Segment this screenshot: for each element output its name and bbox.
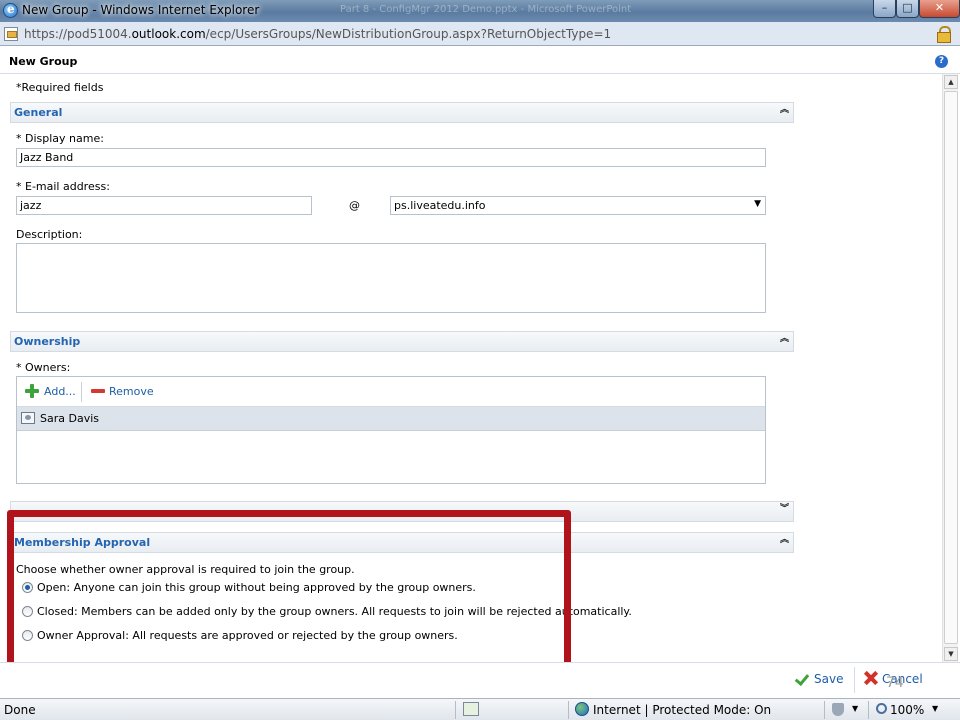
- email-domain-value: ps.liveatedu.info: [394, 199, 486, 212]
- globe-icon: [575, 702, 589, 716]
- maximize-button[interactable]: □: [896, 0, 919, 18]
- section-header-ownership[interactable]: Ownership ︽: [10, 331, 794, 352]
- background-window-title: Part 8 - ConfigMgr 2012 Demo.pptx - Micr…: [340, 4, 632, 15]
- window-title-bar: New Group - Windows Internet Explorer Pa…: [0, 0, 960, 22]
- status-divider: [868, 701, 869, 719]
- radio-owner-approval-label: Owner Approval: All requests are approve…: [37, 629, 458, 642]
- display-name-field[interactable]: Jazz Band: [16, 148, 766, 167]
- at-sign: @: [349, 199, 360, 212]
- chevron-down-icon: ▼: [754, 199, 761, 209]
- internet-explorer-icon: [3, 2, 18, 18]
- save-label: Save: [814, 672, 844, 686]
- scrollbar-thumb[interactable]: [944, 91, 958, 644]
- email-alias-field[interactable]: jazz: [16, 196, 312, 215]
- zoom-icon[interactable]: [876, 703, 887, 714]
- radio-open[interactable]: Open: Anyone can join this group without…: [22, 581, 476, 594]
- radio-closed-label: Closed: Members can be added only by the…: [37, 605, 632, 618]
- add-owner-button[interactable]: Add...: [44, 385, 76, 398]
- scroll-up-arrow-icon[interactable]: ▲: [944, 75, 958, 89]
- close-window-button[interactable]: ✕: [919, 0, 960, 18]
- save-button[interactable]: Save: [796, 671, 843, 686]
- chevron-down-icon[interactable]: ▼: [852, 704, 858, 713]
- button-divider: [854, 667, 855, 693]
- section-title-general: General: [14, 106, 63, 119]
- chevron-down-icon[interactable]: ▼: [932, 704, 938, 713]
- membership-intro: Choose whether owner approval is require…: [16, 563, 355, 576]
- page-title: New Group: [9, 55, 78, 68]
- add-icon[interactable]: [25, 384, 39, 398]
- url-prefix: https://pod51004.: [24, 27, 132, 41]
- status-bar: Done Internet | Protected Mode: On ▼ 100…: [0, 698, 960, 720]
- email-label: * E-mail address:: [16, 180, 110, 193]
- user-card-icon: [21, 412, 35, 424]
- minimize-button[interactable]: –: [873, 0, 896, 18]
- owner-name: Sara Davis: [40, 412, 99, 425]
- close-icon: [864, 671, 878, 685]
- radio-owner-approval[interactable]: Owner Approval: All requests are approve…: [22, 629, 458, 642]
- status-divider: [568, 701, 569, 719]
- list-item[interactable]: Sara Davis: [17, 407, 765, 431]
- help-icon[interactable]: ?: [935, 55, 948, 68]
- status-divider: [455, 701, 456, 719]
- radio-button[interactable]: [22, 582, 33, 593]
- form-content: *Required fields General ︽ * Display nam…: [0, 74, 940, 674]
- section-header-membership-approval[interactable]: Membership Approval ︽: [10, 532, 794, 553]
- radio-button[interactable]: [22, 630, 33, 641]
- section-title-membership-approval: Membership Approval: [14, 536, 151, 549]
- window-title: New Group - Windows Internet Explorer: [22, 3, 260, 17]
- scroll-down-arrow-icon[interactable]: ▼: [944, 647, 958, 661]
- remove-owner-button[interactable]: Remove: [109, 385, 154, 398]
- status-divider: [824, 701, 825, 719]
- description-field[interactable]: [16, 243, 766, 313]
- slide-number: 74: [886, 675, 904, 691]
- radio-open-label: Open: Anyone can join this group without…: [37, 581, 476, 594]
- url-path: /ecp/UsersGroups/NewDistributionGroup.as…: [205, 27, 612, 41]
- url-domain: outlook.com: [131, 27, 206, 41]
- expand-icon[interactable]: ︾: [780, 505, 789, 514]
- url-field[interactable]: https://pod51004.outlook.com/ecp/UsersGr…: [24, 27, 611, 41]
- collapse-icon[interactable]: ︽: [780, 106, 789, 115]
- collapse-icon[interactable]: ︽: [780, 536, 789, 545]
- page-icon: [4, 27, 18, 41]
- remove-icon[interactable]: [91, 389, 105, 393]
- security-zone[interactable]: Internet | Protected Mode: On: [593, 703, 771, 717]
- check-icon: [796, 671, 810, 685]
- display-name-label: * Display name:: [16, 132, 104, 145]
- address-bar: https://pod51004.outlook.com/ecp/UsersGr…: [0, 22, 960, 46]
- vertical-scrollbar[interactable]: ▲ ▼: [942, 74, 958, 662]
- status-text: Done: [4, 703, 36, 717]
- owners-list: Add... Remove Sara Davis: [16, 376, 766, 484]
- owners-toolbar: Add... Remove: [17, 377, 765, 407]
- toolbar-divider: [81, 382, 82, 402]
- collapse-icon[interactable]: ︽: [780, 335, 789, 344]
- page-status-icon[interactable]: [463, 702, 479, 716]
- radio-closed[interactable]: Closed: Members can be added only by the…: [22, 605, 632, 618]
- owners-label: * Owners:: [16, 361, 71, 374]
- email-domain-select[interactable]: ps.liveatedu.info ▼: [390, 196, 766, 215]
- required-fields-note: *Required fields: [16, 81, 104, 94]
- lock-icon[interactable]: [937, 26, 951, 43]
- section-title-ownership: Ownership: [14, 335, 81, 348]
- action-bar: Save Cancel 74: [0, 662, 960, 696]
- zoom-level[interactable]: 100%: [890, 703, 924, 717]
- page-header: New Group ?: [0, 50, 960, 74]
- description-label: Description:: [16, 228, 83, 241]
- section-header-collapsed[interactable]: ︾: [10, 501, 794, 522]
- section-header-general[interactable]: General ︽: [10, 102, 794, 123]
- shield-icon[interactable]: [832, 703, 844, 716]
- radio-button[interactable]: [22, 606, 33, 617]
